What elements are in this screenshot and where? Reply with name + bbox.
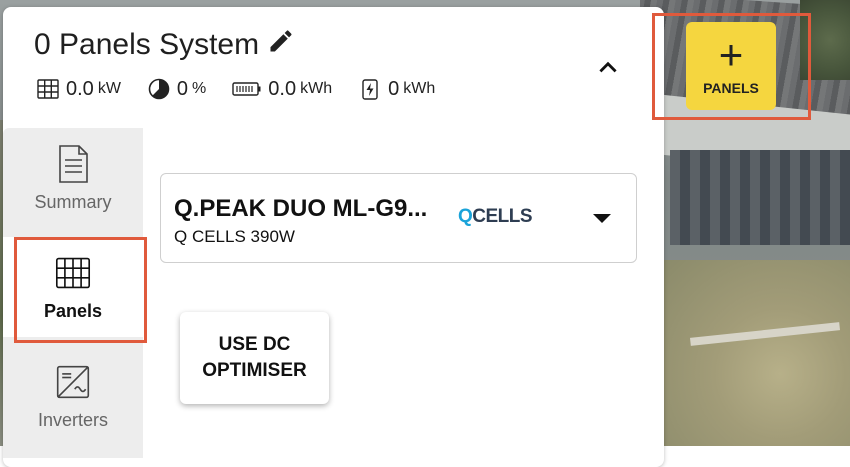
stat-battery-value: 0.0 (268, 77, 297, 100)
stat-energy-value: 0 (388, 77, 400, 100)
dropdown-arrow-icon (593, 214, 611, 223)
battery-icon (232, 82, 261, 96)
nav-inverters[interactable]: Inverters (3, 346, 143, 446)
system-stats: 0.0 kW 0 % 0.0 kWh 0 kWh (36, 77, 461, 101)
stat-battery-unit: kWh (300, 80, 333, 97)
panel-model-subtitle: Q CELLS 390W (174, 227, 295, 246)
inverter-icon (56, 365, 90, 398)
stat-power: 0.0 kW (36, 77, 121, 101)
document-icon (59, 144, 88, 183)
add-panels-highlight (652, 13, 811, 120)
stat-power-value: 0.0 (66, 77, 94, 100)
nav-summary[interactable]: Summary (3, 128, 143, 228)
qcells-logo: QCELLS (458, 206, 533, 227)
stat-energy-unit: kWh (403, 80, 436, 97)
stat-battery: 0.0 kWh (232, 77, 332, 101)
panel-grid-icon (37, 79, 59, 99)
map-lawn (660, 260, 850, 446)
panel-model-select[interactable]: Q.PEAK DUO ML-G9... Q CELLS 390W QCELLS (160, 173, 637, 263)
panels-nav-highlight (14, 237, 147, 343)
map-roof (670, 150, 850, 245)
system-title: 0 Panels System (34, 28, 260, 61)
energy-bolt-icon (362, 79, 378, 100)
use-dc-optimiser-button[interactable]: USE DC OPTIMISER (180, 312, 329, 404)
stat-offset: 0 % (147, 77, 206, 101)
pie-chart-icon (148, 78, 170, 100)
stat-power-unit: kW (97, 80, 121, 97)
stat-offset-unit: % (192, 80, 207, 97)
panel-model-name: Q.PEAK DUO ML-G9... (174, 195, 428, 222)
stat-offset-value: 0 (176, 77, 189, 100)
chevron-up-icon (599, 61, 617, 73)
stat-energy: 0 kWh (358, 77, 435, 101)
collapse-button[interactable] (594, 53, 622, 81)
nav-summary-label: Summary (34, 191, 112, 212)
system-header: 0 Panels System (34, 25, 295, 65)
nav-inverters-label: Inverters (37, 409, 109, 430)
edit-icon[interactable] (267, 27, 295, 63)
